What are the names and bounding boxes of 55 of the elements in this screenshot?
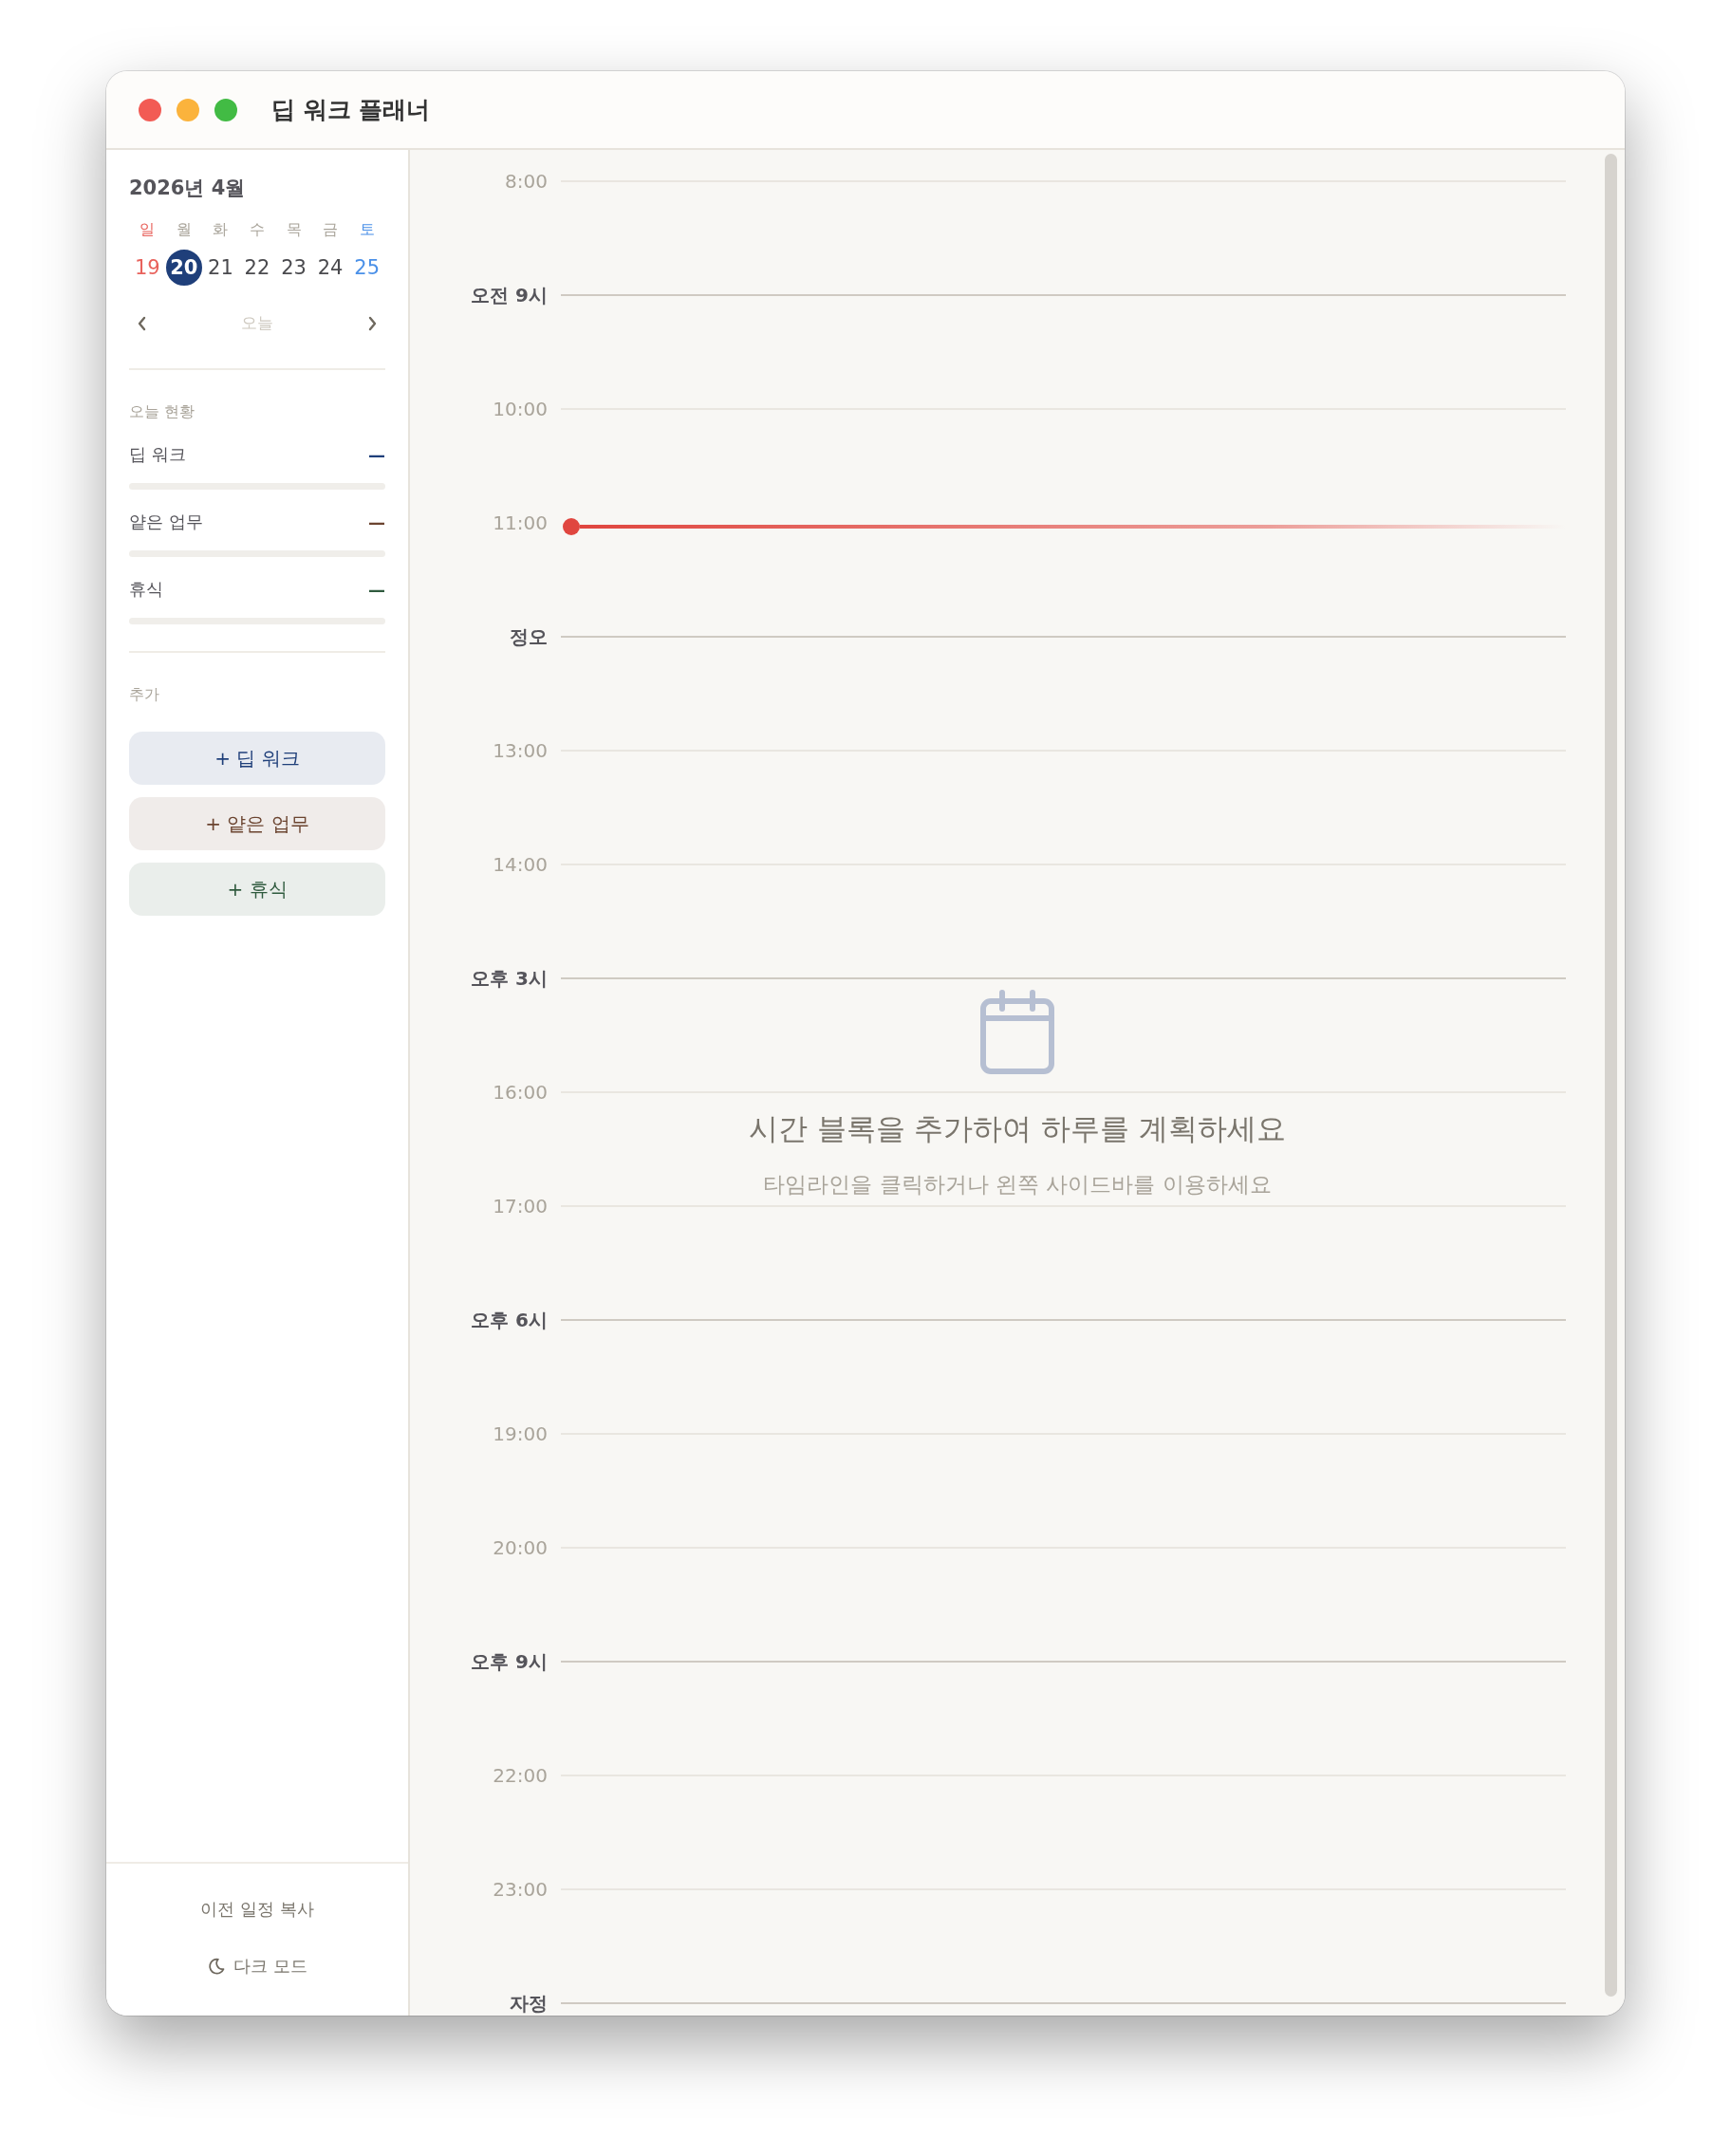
add-block-button[interactable]: + 딥 워크	[129, 732, 385, 785]
hour-label: 오전 9시	[470, 282, 549, 308]
calendar-date[interactable]: 21	[202, 250, 239, 286]
hour-label: 14:00	[492, 853, 549, 876]
stat-label: 얕은 업무	[129, 511, 203, 533]
scrollbar[interactable]	[1605, 154, 1617, 1997]
add-block-button[interactable]: + 휴식	[129, 863, 385, 916]
next-icon[interactable]	[366, 315, 378, 331]
weekday-label: 화	[213, 220, 229, 240]
hour-label: 오후 9시	[470, 1648, 549, 1675]
weekday-label: 목	[286, 220, 302, 240]
zoom-button[interactable]	[214, 98, 237, 121]
weekday-label: 금	[323, 220, 339, 240]
calendar-date[interactable]: 22	[239, 250, 275, 286]
window-title: 딥 워크 플래너	[271, 95, 431, 125]
stat-value: —	[368, 511, 385, 532]
hour-label: 오후 6시	[470, 1307, 549, 1333]
hour-label: 20:00	[492, 1536, 549, 1559]
stat-label: 휴식	[129, 578, 163, 601]
weekday-label: 일	[140, 220, 156, 240]
stat-label: 딥 워크	[129, 443, 186, 466]
hour-label: 정오	[509, 623, 549, 650]
section-heading: 오늘 현황	[129, 402, 196, 422]
hour-label: 23:00	[492, 1878, 549, 1901]
minimize-button[interactable]	[177, 98, 199, 121]
calendar-date[interactable]: 20	[165, 250, 202, 286]
hour-label: 16:00	[492, 1081, 549, 1104]
calendar-date[interactable]: 23	[275, 250, 312, 286]
close-button[interactable]	[139, 98, 161, 121]
dark-mode-button[interactable]: 다크 모드	[207, 1955, 307, 1978]
calendar-icon	[979, 990, 1055, 1075]
previous-icon[interactable]	[137, 315, 148, 331]
hour-label: 11:00	[492, 511, 549, 534]
hour-label: 22:00	[492, 1764, 549, 1787]
hour-label: 17:00	[492, 1195, 549, 1217]
weekday-label: 월	[176, 220, 192, 240]
month-label: 2026년 4월	[129, 176, 247, 201]
timeline[interactable]: 8:00 오전 9시 10:00 11:00 정오 13:00 14:00 오후 3시 16:00 17:00 오후 6시 19:00 20:00 오후 9시 22:00 23:00 자정 시간 블록을 추가하여 하루를 계획하세요 타임라인을 클릭하거나 왼쪽 사이드바를 이용하세요	[410, 150, 1625, 2016]
stat-value: —	[368, 579, 385, 600]
weekday-label: 토	[359, 220, 375, 240]
section-heading: 추가	[129, 685, 160, 705]
calendar-date[interactable]: 24	[312, 250, 349, 286]
hour-label: 19:00	[492, 1422, 549, 1445]
weekday-label: 수	[250, 220, 265, 240]
hour-label: 자정	[509, 1990, 549, 2016]
hour-label: 10:00	[492, 398, 549, 420]
empty-state-hint: 타임라인을 클릭하거나 왼쪽 사이드바를 이용하세요	[763, 1171, 1272, 1199]
moon-icon	[207, 1957, 227, 1976]
hour-label: 13:00	[492, 739, 549, 762]
hour-label: 8:00	[504, 170, 549, 193]
empty-state-title: 시간 블록을 추가하여 하루를 계획하세요	[748, 1110, 1287, 1147]
copy-schedule-button[interactable]: 이전 일정 복사	[200, 1898, 314, 1921]
stat-value: —	[368, 444, 385, 465]
hour-label: 오후 3시	[470, 965, 549, 992]
add-block-button[interactable]: + 얕은 업무	[129, 797, 385, 850]
